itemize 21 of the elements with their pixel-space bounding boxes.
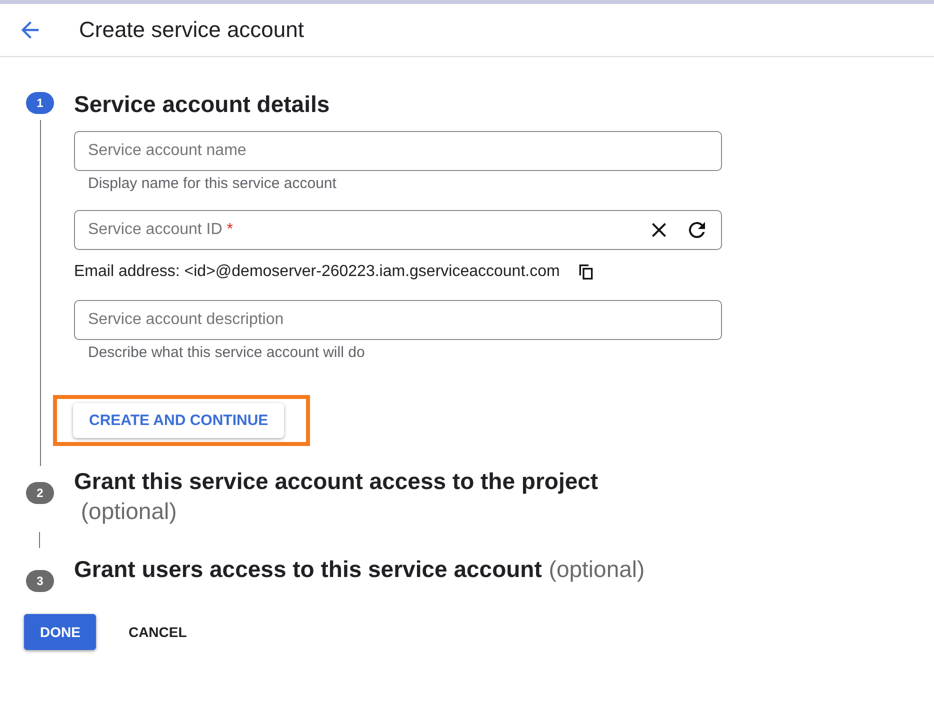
- text-field[interactable]: Service account description: [74, 300, 722, 340]
- step-number: 1: [26, 92, 54, 114]
- page-title: Create service account: [79, 17, 304, 43]
- create-and-continue-button[interactable]: CREATE AND CONTINUE: [73, 403, 284, 438]
- step-number: 3: [26, 570, 54, 592]
- helper-text: Display name for this service account: [87, 174, 338, 192]
- step-title: Service account details: [74, 91, 330, 117]
- done-button[interactable]: DONE: [24, 614, 96, 650]
- text-field[interactable]: Service account ID *: [74, 210, 722, 250]
- cancel-button[interactable]: CANCEL: [110, 614, 205, 650]
- optional-label: (optional): [80, 497, 177, 526]
- optional-label: (optional): [548, 555, 645, 584]
- email-address-text: Email address: <id>@demoserver-260223.iam.gserviceaccount.com: [74, 263, 560, 281]
- step-title: Grant users access to this service account: [74, 556, 542, 582]
- step-title: Grant this service account access to the project: [74, 468, 598, 494]
- placeholder-text: Service account description: [88, 311, 284, 329]
- helper-text: Describe what this service account will do: [87, 343, 366, 361]
- placeholder-text: Service account name: [88, 142, 246, 160]
- placeholder-text: Service account ID *: [88, 221, 233, 239]
- text-field[interactable]: Service account name: [74, 131, 722, 171]
- step-number: 2: [26, 482, 54, 504]
